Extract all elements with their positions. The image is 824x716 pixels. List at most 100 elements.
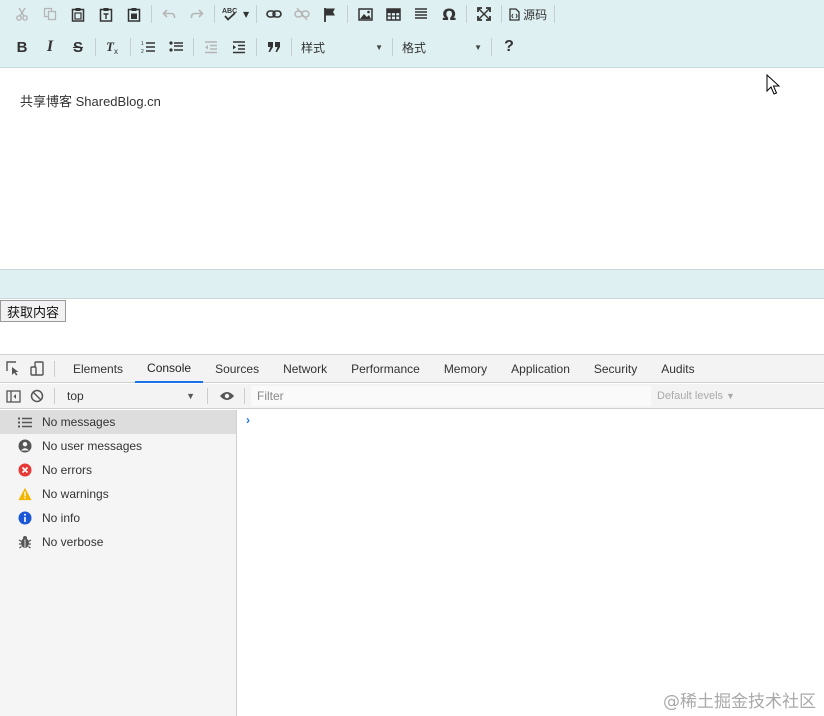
sidebar-item-errors[interactable]: No errors: [0, 458, 236, 482]
filter-input[interactable]: [251, 386, 651, 406]
chevron-down-icon: ▼: [726, 391, 735, 401]
editor-content[interactable]: 共享博客 SharedBlog.cn: [0, 69, 824, 269]
strike-button[interactable]: S: [64, 35, 92, 59]
toolbar-separator: [193, 38, 194, 56]
console-output[interactable]: ›: [238, 410, 824, 716]
tab-network[interactable]: Network: [271, 355, 339, 383]
maximize-icon: [477, 7, 492, 21]
format-combo[interactable]: 格式 ▼: [396, 35, 488, 59]
undo-button[interactable]: [155, 2, 183, 26]
toolbar-row-1: ABC ▼ Ω 源码: [0, 0, 558, 28]
sidebar-toggle-icon[interactable]: [2, 385, 24, 407]
toolbar-separator: [214, 5, 215, 23]
tab-sources[interactable]: Sources: [203, 355, 271, 383]
anchor-button[interactable]: [316, 2, 344, 26]
omega-icon[interactable]: Ω: [435, 2, 463, 26]
toolbar-separator: [554, 5, 556, 23]
unlink-button[interactable]: [288, 2, 316, 26]
scissors-icon: [16, 7, 28, 21]
numbered-list-button[interactable]: 12: [134, 35, 162, 59]
source-button[interactable]: 源码: [505, 2, 551, 26]
console-prompt[interactable]: ›: [246, 413, 250, 427]
get-content-button[interactable]: 获取内容: [0, 300, 67, 322]
clipboard-icon: [71, 7, 85, 22]
toolbar-separator: [95, 38, 96, 56]
bulleted-list-button[interactable]: [162, 35, 190, 59]
sidebar-item-info[interactable]: No info: [0, 506, 236, 530]
paste-text-icon: [99, 7, 113, 22]
undo-icon: [162, 9, 176, 18]
error-icon: [18, 463, 32, 477]
toolbar-separator: [207, 388, 208, 404]
tab-application[interactable]: Application: [499, 355, 582, 383]
context-select[interactable]: top ▼: [61, 386, 201, 406]
device-toolbar-icon[interactable]: [26, 358, 48, 380]
horizontal-rule-icon: [415, 8, 428, 19]
italic-button[interactable]: I: [36, 35, 64, 59]
tab-audits[interactable]: Audits: [649, 355, 706, 383]
sidebar-item-label: No user messages: [42, 439, 143, 453]
tab-security[interactable]: Security: [582, 355, 649, 383]
remove-format-icon: Tx: [106, 39, 118, 55]
default-levels-dropdown[interactable]: Default levels ▼: [657, 390, 735, 402]
sidebar-item-label: No warnings: [42, 487, 109, 501]
svg-text:1: 1: [141, 41, 144, 47]
tab-performance[interactable]: Performance: [339, 355, 432, 383]
copy-icon: [43, 7, 57, 21]
editor-toolbar: ABC ▼ Ω 源码 B I S T x 1 2 样式 ▼ 格式 ▼ ?: [0, 0, 824, 68]
inspect-element-icon[interactable]: [2, 358, 24, 380]
eye-icon[interactable]: [216, 385, 238, 407]
svg-text:x: x: [114, 47, 118, 55]
paste-word-button[interactable]: [120, 2, 148, 26]
quote-icon: [268, 42, 280, 52]
chevron-down-icon: ▼: [474, 42, 482, 52]
outdent-icon: [205, 40, 217, 53]
tab-memory[interactable]: Memory: [432, 355, 499, 383]
paste-text-button[interactable]: [92, 2, 120, 26]
clear-console-icon[interactable]: [26, 385, 48, 407]
horizontal-rule-button[interactable]: [407, 2, 435, 26]
image-button[interactable]: [351, 2, 379, 26]
tab-elements[interactable]: Elements: [61, 355, 135, 383]
cut-button[interactable]: [8, 2, 36, 26]
toolbar-separator: [501, 5, 503, 23]
maximize-button[interactable]: [470, 2, 498, 26]
sidebar-item-messages[interactable]: No messages: [0, 410, 236, 434]
copy-button[interactable]: [36, 2, 64, 26]
chevron-down-icon: ▼: [186, 391, 195, 401]
source-button-label: 源码: [523, 7, 548, 22]
style-combo-label: 样式: [301, 40, 326, 55]
devtools-panel: Elements Console Sources Network Perform…: [0, 354, 824, 716]
flag-icon: [324, 7, 336, 22]
sidebar-item-user-messages[interactable]: No user messages: [0, 434, 236, 458]
blockquote-button[interactable]: [260, 35, 288, 59]
indent-button[interactable]: [225, 35, 253, 59]
tab-console[interactable]: Console: [135, 355, 204, 383]
style-combo[interactable]: 样式 ▼: [295, 35, 389, 59]
paste-word-icon: [127, 7, 141, 22]
redo-button[interactable]: [183, 2, 211, 26]
outdent-button[interactable]: [197, 35, 225, 59]
user-icon: [18, 439, 32, 453]
spellcheck-icon: ABC: [222, 8, 237, 21]
image-icon: [357, 7, 373, 21]
remove-format-button[interactable]: Tx: [99, 35, 127, 59]
warning-icon: [18, 487, 32, 501]
format-combo-label: 格式: [402, 40, 427, 55]
paste-button[interactable]: [64, 2, 92, 26]
toolbar-separator: [466, 5, 468, 23]
help-button[interactable]: ?: [495, 35, 523, 59]
bold-button[interactable]: B: [8, 35, 36, 59]
sidebar-item-warnings[interactable]: No warnings: [0, 482, 236, 506]
console-sidebar: No messages No user messages No errors N…: [0, 410, 237, 716]
editor-bottom-bar: [0, 269, 824, 299]
table-button[interactable]: [379, 2, 407, 26]
link-button[interactable]: [260, 2, 288, 26]
toolbar-separator: [130, 38, 131, 56]
editor-text[interactable]: 共享博客 SharedBlog.cn: [20, 91, 161, 110]
redo-icon: [190, 9, 204, 18]
spellcheck-button[interactable]: ABC ▼: [218, 2, 253, 26]
toolbar-separator: [256, 5, 258, 23]
bug-icon: [18, 535, 32, 549]
sidebar-item-verbose[interactable]: No verbose: [0, 530, 236, 554]
